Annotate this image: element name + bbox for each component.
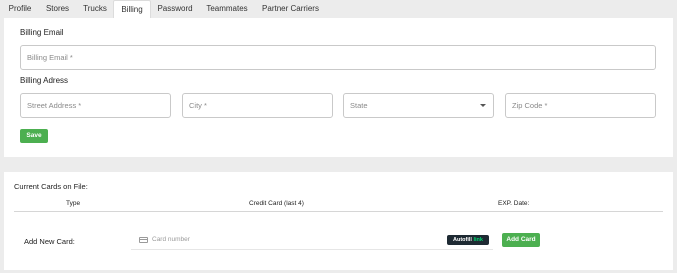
tab-billing[interactable]: Billing xyxy=(113,0,151,19)
billing-panel: Billing Email Billing Email * Billing Ad… xyxy=(4,18,673,157)
city-field[interactable]: City * xyxy=(182,93,333,118)
column-exp-date: EXP. Date: xyxy=(498,200,530,207)
account-tabs: Profile Stores Trucks Billing Password T… xyxy=(0,0,677,19)
tab-trucks[interactable]: Trucks xyxy=(79,0,111,18)
autofill-link-button[interactable]: Autofill link xyxy=(447,235,489,245)
table-divider xyxy=(14,211,663,212)
current-cards-heading: Current Cards on File: xyxy=(14,182,88,191)
billing-email-field[interactable]: Billing Email * xyxy=(20,45,656,70)
cards-panel: Current Cards on File: Type Credit Card … xyxy=(4,172,673,270)
credit-card-icon xyxy=(139,237,148,243)
state-select[interactable]: State xyxy=(343,93,494,118)
city-placeholder: City * xyxy=(189,101,207,110)
save-button[interactable]: Save xyxy=(20,129,48,143)
billing-email-heading: Billing Email xyxy=(20,28,64,37)
tab-partner-carriers[interactable]: Partner Carriers xyxy=(259,0,322,18)
add-new-card-label: Add New Card: xyxy=(24,237,75,246)
column-credit-card: Credit Card (last 4) xyxy=(249,200,304,207)
street-address-placeholder: Street Address * xyxy=(27,101,82,110)
zip-code-placeholder: Zip Code * xyxy=(512,101,548,110)
chevron-down-icon xyxy=(480,104,486,107)
zip-code-field[interactable]: Zip Code * xyxy=(505,93,656,118)
tab-password[interactable]: Password xyxy=(155,0,195,18)
add-card-button[interactable]: Add Card xyxy=(502,233,540,247)
card-number-field[interactable]: Card number Autofill link xyxy=(131,230,493,250)
tab-teammates[interactable]: Teammates xyxy=(202,0,252,18)
tab-profile[interactable]: Profile xyxy=(3,0,37,18)
state-placeholder: State xyxy=(350,101,368,110)
billing-email-placeholder: Billing Email * xyxy=(27,53,73,62)
autofill-text: Autofill xyxy=(453,237,472,243)
street-address-field[interactable]: Street Address * xyxy=(20,93,171,118)
link-brand-text: link xyxy=(473,237,483,243)
billing-address-heading: Billing Adress xyxy=(20,76,69,85)
card-number-placeholder: Card number xyxy=(152,236,190,243)
column-type: Type xyxy=(66,200,81,207)
tab-stores[interactable]: Stores xyxy=(40,0,75,18)
